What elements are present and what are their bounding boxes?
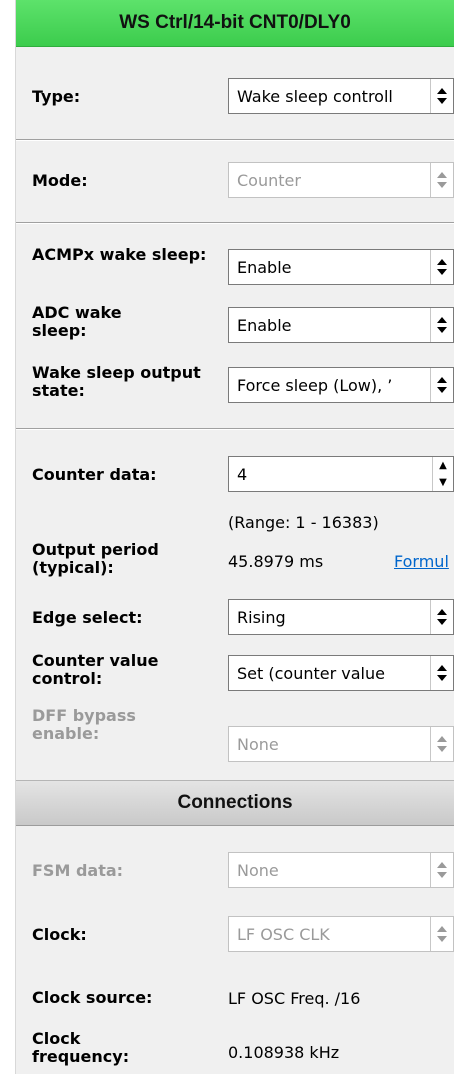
output-state-select[interactable]: Force sleep (Low), ’	[228, 367, 454, 403]
edge-select-select[interactable]: Rising	[228, 599, 454, 635]
up-down-arrows-icon	[430, 368, 453, 402]
separator	[16, 139, 454, 141]
output-state-label: Wake sleep output state:	[32, 363, 201, 400]
clock-select[interactable]: LF OSC CLK	[228, 916, 454, 952]
connections-header: Connections	[16, 780, 454, 826]
type-select-value: Wake sleep controll	[237, 87, 393, 106]
fsm-data-select[interactable]: None	[228, 852, 454, 888]
up-down-arrows-icon	[430, 163, 453, 197]
acmp-wake-sleep-label: ACMPx wake sleep:	[32, 245, 207, 264]
counter-data-input[interactable]: 4 ▲ ▼	[228, 456, 454, 492]
counter-data-value: 4	[237, 465, 248, 484]
up-down-arrows-icon	[430, 250, 453, 284]
clock-source-value: LF OSC Freq. /16	[228, 989, 361, 1008]
up-down-arrows-icon	[430, 917, 453, 951]
properties-panel: WS Ctrl/14-bit CNT0/DLY0 Type: Wake slee…	[16, 0, 454, 1074]
counter-value-control-value: Set (counter value	[237, 664, 385, 683]
adc-wake-sleep-value: Enable	[237, 316, 292, 335]
formula-link[interactable]: Formul	[394, 552, 454, 571]
adc-wake-sleep-label: ADC wake sleep:	[32, 303, 122, 340]
up-down-arrows-icon	[430, 727, 453, 761]
type-select[interactable]: Wake sleep controll	[228, 78, 454, 114]
up-down-arrows-icon	[430, 600, 453, 634]
clock-frequency-label: Clock frequency:	[32, 1029, 130, 1066]
dff-bypass-select[interactable]: None	[228, 726, 454, 762]
output-state-value: Force sleep (Low), ’	[237, 376, 393, 395]
up-down-arrows-icon	[430, 79, 453, 113]
left-margin	[0, 0, 16, 1074]
separator	[16, 222, 454, 224]
mode-select-value: Counter	[237, 171, 301, 190]
clock-frequency-value: 0.108938 kHz	[228, 1043, 340, 1062]
counter-data-label: Counter data:	[32, 465, 157, 484]
block-title: WS Ctrl/14-bit CNT0/DLY0	[16, 0, 454, 47]
type-label: Type:	[32, 87, 81, 106]
counter-value-control-label: Counter value control:	[32, 651, 159, 688]
clock-label: Clock:	[32, 925, 87, 944]
up-down-arrows-icon	[430, 853, 453, 887]
output-period-value: 45.8979 ms	[228, 552, 324, 571]
mode-select[interactable]: Counter	[228, 162, 454, 198]
edge-select-value: Rising	[237, 608, 286, 627]
adc-wake-sleep-select[interactable]: Enable	[228, 307, 454, 343]
mode-label: Mode:	[32, 171, 88, 190]
edge-select-label: Edge select:	[32, 608, 143, 627]
separator	[16, 428, 454, 430]
dff-bypass-value: None	[237, 735, 279, 754]
output-period-label: Output period (typical):	[32, 540, 159, 577]
fsm-data-label: FSM data:	[32, 861, 124, 880]
acmp-wake-sleep-select[interactable]: Enable	[228, 249, 454, 285]
clock-value: LF OSC CLK	[237, 925, 330, 944]
spinner-arrows-icon[interactable]: ▲ ▼	[432, 457, 453, 491]
up-down-arrows-icon	[430, 656, 453, 690]
counter-range-text: (Range: 1 - 16383)	[228, 513, 379, 532]
clock-source-label: Clock source:	[32, 988, 153, 1007]
fsm-data-value: None	[237, 861, 279, 880]
counter-value-control-select[interactable]: Set (counter value	[228, 655, 454, 691]
dff-bypass-label: DFF bypass enable:	[32, 706, 136, 743]
acmp-wake-sleep-value: Enable	[237, 258, 292, 277]
up-down-arrows-icon	[430, 308, 453, 342]
